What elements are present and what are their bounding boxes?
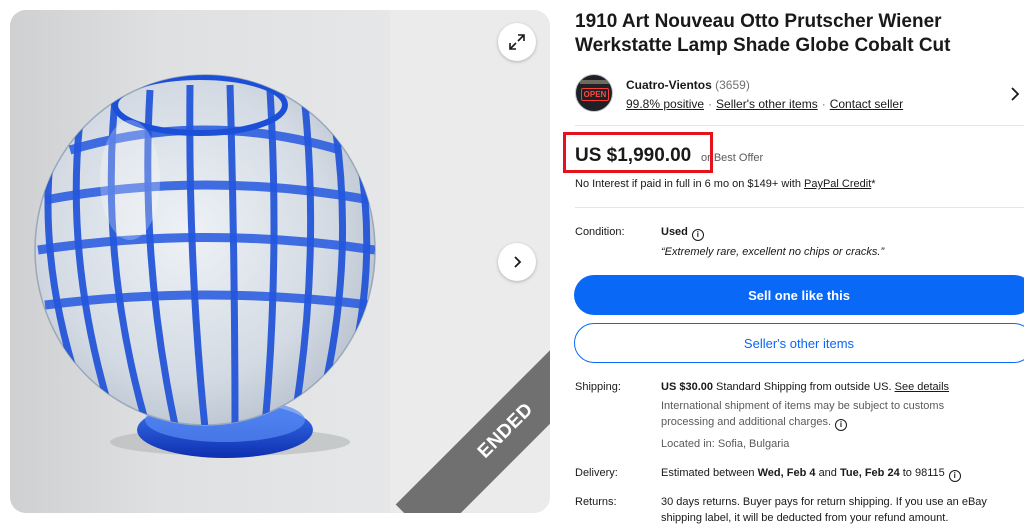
expand-button[interactable] <box>498 23 536 61</box>
next-image-button[interactable] <box>498 243 536 281</box>
seller-positive-link[interactable]: 99.8% positive <box>626 97 704 111</box>
shipping-method: Standard Shipping from outside US. <box>716 381 892 393</box>
chevron-right-icon <box>514 256 522 268</box>
item-price: US $1,990.00 <box>575 145 692 166</box>
image-gallery[interactable]: ENDED <box>10 10 550 513</box>
shipping-label: Shipping: <box>575 381 621 393</box>
listing-title: 1910 Art Nouveau Otto Prutscher Wiener W… <box>575 11 951 56</box>
delivery-start: Wed, Feb 4 <box>757 467 816 479</box>
product-photo[interactable] <box>10 10 390 513</box>
returns-text: 30 days returns. Buyer pays for return s… <box>661 496 987 524</box>
delivery-estimate: Estimated between Wed, Feb 4 and Tue, Fe… <box>661 465 961 482</box>
seller-feedback-count: (3659) <box>715 78 750 92</box>
sellers-other-items-button[interactable]: Seller's other items <box>574 323 1024 363</box>
returns-label: Returns: <box>575 496 617 508</box>
info-icon[interactable]: i <box>948 470 961 482</box>
info-icon[interactable]: i <box>691 229 704 241</box>
info-icon[interactable]: i <box>835 419 848 431</box>
sign-bar <box>580 80 610 84</box>
see-details-link[interactable]: See details <box>895 381 949 393</box>
condition-note: “Extremely rare, excellent no chips or c… <box>661 246 885 258</box>
financing-line: No Interest if paid in full in 6 mo on $… <box>575 178 876 190</box>
shipping-cost: US $30.00 <box>661 381 713 393</box>
best-offer-label: or Best Offer <box>701 152 764 164</box>
expand-icon <box>509 34 525 50</box>
seller-name[interactable]: Cuatro-Vientos <box>626 78 712 92</box>
shipping-intl-note-row: International shipment of items may be s… <box>661 398 996 431</box>
condition-value: Used <box>661 226 688 238</box>
seller-links: 99.8% positive · Seller's other items · Cont… <box>626 97 904 111</box>
seller-name-row[interactable]: Cuatro-Vientos (3659) <box>626 78 750 92</box>
delivery-end: Tue, Feb 24 <box>839 467 900 479</box>
chevron-right-icon[interactable] <box>1010 87 1020 101</box>
shipping-intl-note: International shipment of items may be s… <box>661 400 945 428</box>
contact-seller-link[interactable]: Contact seller <box>830 97 903 111</box>
seller-card[interactable]: OPEN Cuatro-Vientos (3659) 99.8% positiv… <box>575 74 1024 118</box>
shipping-line: US $30.00 Standard Shipping from outside… <box>661 379 1001 395</box>
item-location: Located in: Sofia, Bulgaria <box>661 438 790 450</box>
paypal-credit-link[interactable]: PayPal Credit <box>804 178 871 190</box>
condition-value-row: Used i <box>661 224 704 241</box>
sell-one-like-this-button[interactable]: Sell one like this <box>574 275 1024 315</box>
divider <box>575 125 1024 126</box>
seller-avatar[interactable]: OPEN <box>575 74 613 112</box>
open-sign: OPEN <box>581 88 609 101</box>
divider <box>575 207 1024 208</box>
delivery-label: Delivery: <box>575 467 618 479</box>
seller-other-items-link[interactable]: Seller's other items <box>716 97 818 111</box>
condition-label: Condition: <box>575 226 625 238</box>
